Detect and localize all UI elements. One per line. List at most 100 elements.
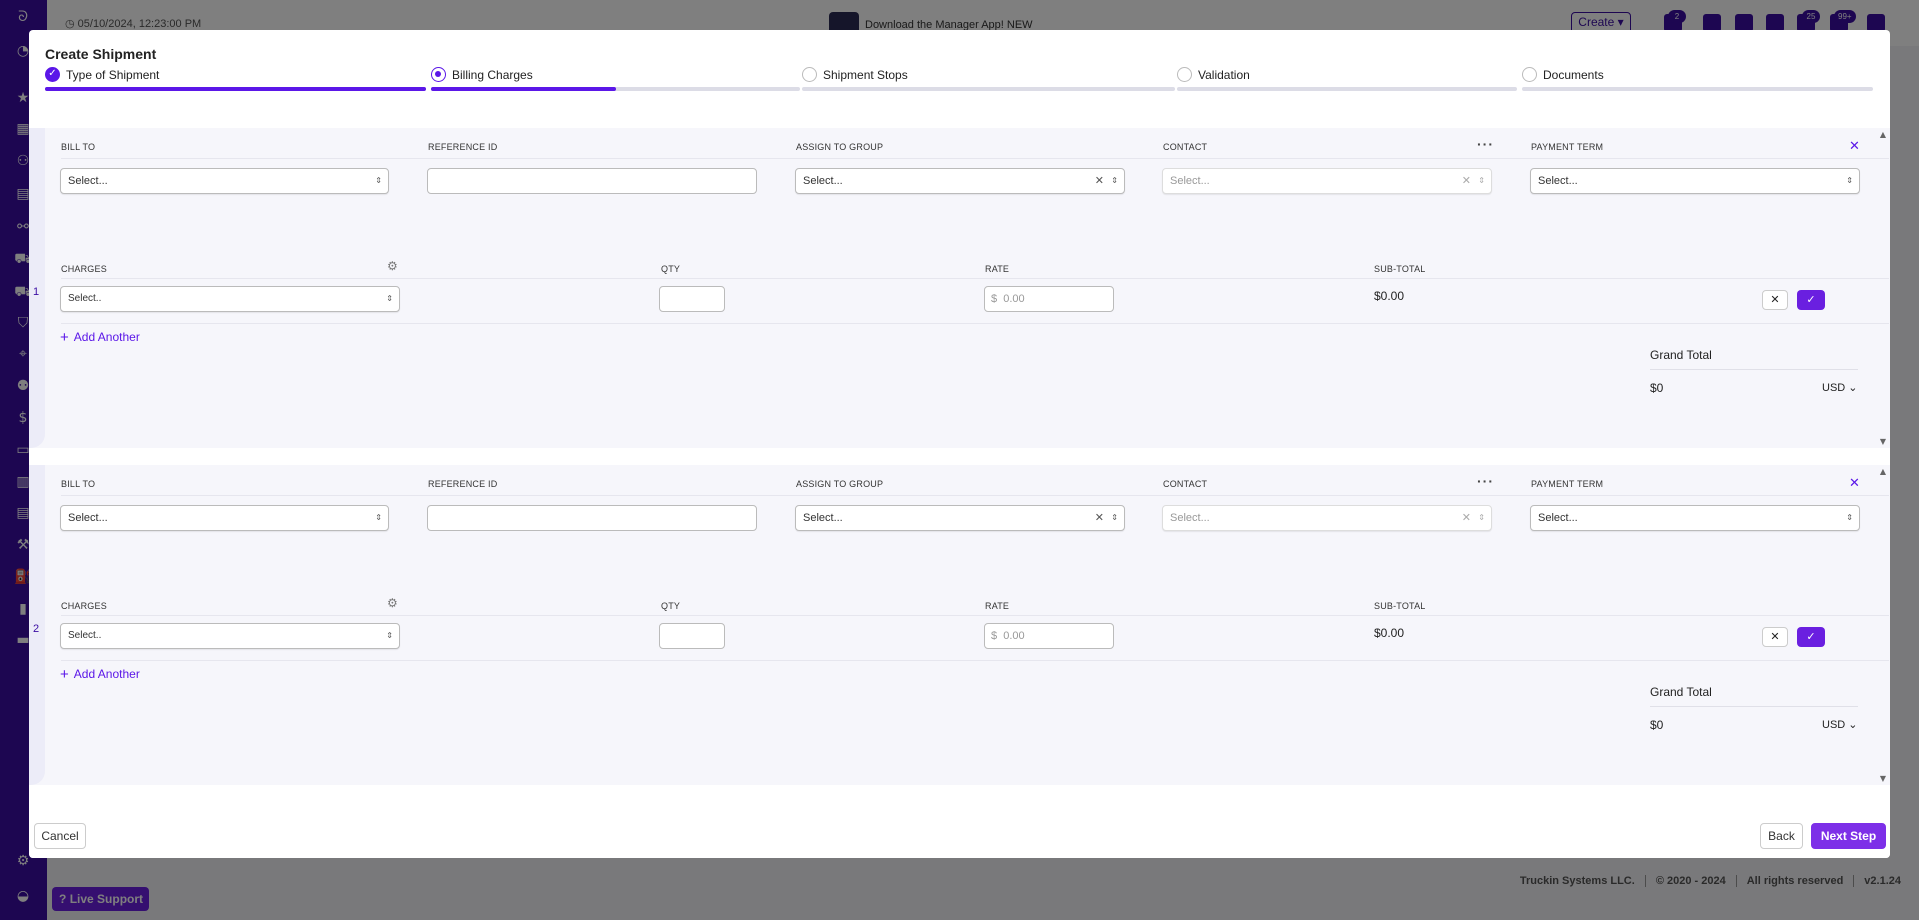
divider [61,495,1889,496]
remove-block-icon[interactable]: ✕ [1849,476,1860,491]
divider [61,323,1889,324]
create-shipment-modal: Create Shipment ✓ Type of Shipment Billi… [29,30,1890,858]
add-another-button[interactable]: + Add Another [60,666,140,683]
step-progress [1177,87,1517,91]
remove-block-icon[interactable]: ✕ [1849,139,1860,154]
chevron-updown-icon: ⇕ [1846,513,1853,522]
dollar-prefix: $ [991,630,998,642]
step-billing-charges[interactable]: Billing Charges [431,67,800,97]
confirm-row-button[interactable]: ✓ [1797,290,1825,310]
payment-term-select[interactable]: Select... ⇕ [1530,505,1860,531]
bill-to-select[interactable]: Select... ⇕ [60,505,389,531]
reference-id-label: REFERENCE ID [428,479,498,489]
cancel-button[interactable]: Cancel [34,823,86,849]
back-button[interactable]: Back [1760,823,1803,849]
chevron-down-icon: ⌄ [1848,382,1858,394]
step-label: Type of Shipment [66,68,160,82]
charge-select[interactable]: Select.. ⇕ [60,623,400,649]
rate-placeholder: 0.00 [1003,630,1025,642]
chevron-updown-icon: ⇕ [375,176,382,185]
reference-id-input[interactable] [427,505,757,531]
billing-block: 2 ▲ ▼ BILL TO REFERENCE ID ASSIGN TO GRO… [29,465,1890,785]
chevron-updown-icon: ⇕ [386,631,393,640]
rate-input[interactable]: $ 0.00 [984,623,1114,649]
currency-select[interactable]: USD ⌄ [1822,381,1858,394]
more-options-icon[interactable]: ··· [1477,136,1494,152]
subtotal-value: $0.00 [1374,289,1405,303]
gear-icon[interactable]: ⚙ [387,259,398,273]
more-options-icon[interactable]: ··· [1477,473,1494,489]
add-another-button[interactable]: + Add Another [60,329,140,346]
clear-icon[interactable]: ✕ [1095,506,1104,530]
charges-label: CHARGES [61,601,107,611]
rate-label: RATE [985,264,1010,274]
qty-label: QTY [661,264,681,274]
qty-input[interactable] [659,623,725,649]
next-step-button[interactable]: Next Step [1811,823,1886,849]
clear-icon[interactable]: ✕ [1095,169,1104,193]
charge-select[interactable]: Select.. ⇕ [60,286,400,312]
billing-block: 1 ▲ ▼ BILL TO REFERENCE ID ASSIGN TO GRO… [29,128,1890,448]
rate-input[interactable]: $ 0.00 [984,286,1114,312]
contact-select[interactable]: Select... ✕ ⇕ [1162,505,1492,531]
billing-content[interactable]: 1 ▲ ▼ BILL TO REFERENCE ID ASSIGN TO GRO… [29,128,1890,832]
grand-total-value: $0 [1650,718,1664,732]
cancel-row-button[interactable]: ✕ [1762,290,1788,310]
scroll-up-icon[interactable]: ▲ [1880,130,1886,139]
chevron-updown-icon: ⇕ [1478,176,1485,185]
modal-footer: Cancel Back Next Step [29,810,1890,858]
step-label: Documents [1543,68,1604,82]
divider [61,660,1889,661]
step-type-of-shipment[interactable]: ✓ Type of Shipment [45,67,426,97]
step-progress [802,87,1175,91]
confirm-row-button[interactable]: ✓ [1797,627,1825,647]
qty-input[interactable] [659,286,725,312]
divider [1650,369,1858,370]
assign-group-select[interactable]: Select... ✕ ⇕ [795,168,1125,194]
step-validation[interactable]: Validation [1177,67,1517,97]
radio-icon [802,67,817,82]
rate-placeholder: 0.00 [1003,293,1025,305]
currency-select[interactable]: USD ⌄ [1822,718,1858,731]
grand-total-label: Grand Total [1650,348,1712,362]
assign-group-select[interactable]: Select... ✕ ⇕ [795,505,1125,531]
plus-icon: + [60,329,69,346]
step-shipment-stops[interactable]: Shipment Stops [802,67,1175,97]
assign-group-label: ASSIGN TO GROUP [796,479,884,489]
chevron-updown-icon: ⇕ [1478,513,1485,522]
rate-label: RATE [985,601,1010,611]
qty-label: QTY [661,601,681,611]
divider [61,615,1889,616]
reference-id-label: REFERENCE ID [428,142,498,152]
chevron-updown-icon: ⇕ [1846,176,1853,185]
scroll-up-icon[interactable]: ▲ [1880,467,1886,476]
scroll-down-icon[interactable]: ▼ [1880,437,1886,446]
step-documents[interactable]: Documents [1522,67,1873,97]
contact-label: CONTACT [1163,142,1208,152]
block-number: 1 [33,286,40,298]
subtotal-value: $0.00 [1374,626,1405,640]
gear-icon[interactable]: ⚙ [387,596,398,610]
charges-label: CHARGES [61,264,107,274]
assign-group-label: ASSIGN TO GROUP [796,142,884,152]
scroll-down-icon[interactable]: ▼ [1880,774,1886,783]
modal-title: Create Shipment [45,46,157,62]
payment-term-select[interactable]: Select... ⇕ [1530,168,1860,194]
reference-id-input[interactable] [427,168,757,194]
bill-to-select[interactable]: Select... ⇕ [60,168,389,194]
chevron-updown-icon: ⇕ [386,294,393,303]
contact-select[interactable]: Select... ✕ ⇕ [1162,168,1492,194]
divider [61,158,1889,159]
payment-term-label: PAYMENT TERM [1531,142,1604,152]
step-progress [45,87,426,91]
cancel-row-button[interactable]: ✕ [1762,627,1788,647]
clear-icon[interactable]: ✕ [1462,506,1471,530]
radio-icon [1522,67,1537,82]
chevron-down-icon: ⌄ [1848,719,1858,731]
block-number: 2 [33,623,40,635]
clear-icon[interactable]: ✕ [1462,169,1471,193]
step-label: Validation [1198,68,1250,82]
subtotal-label: SUB-TOTAL [1374,264,1426,274]
radio-icon [1177,67,1192,82]
payment-term-label: PAYMENT TERM [1531,479,1604,489]
